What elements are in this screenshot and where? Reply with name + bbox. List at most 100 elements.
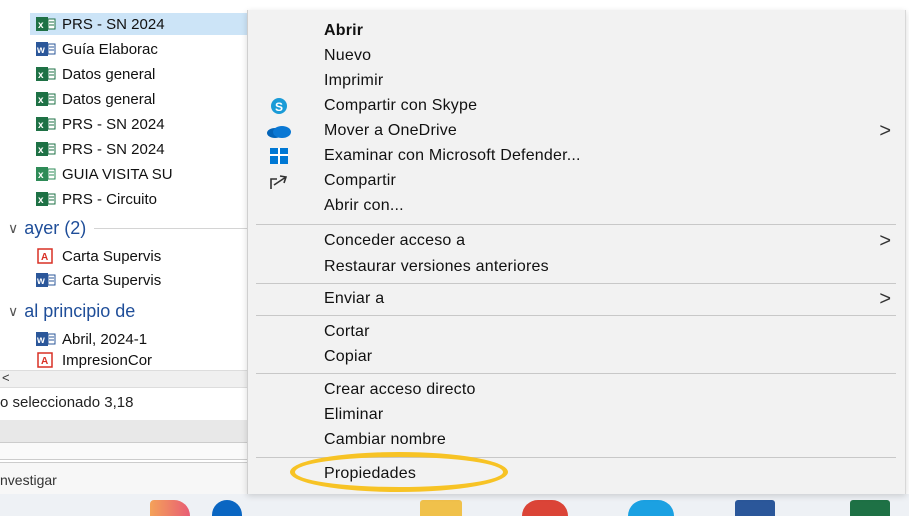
taskbar — [0, 494, 909, 516]
group-header-yesterday[interactable]: ∨ ayer (2) — [8, 216, 260, 240]
horizontal-scrollbar[interactable]: < — [0, 370, 260, 388]
file-explorer-pane: x PRS - SN 2024 w Guía Elaborac x Datos … — [0, 0, 260, 516]
word-app-icon[interactable] — [735, 500, 775, 516]
app-icon[interactable] — [150, 500, 190, 516]
scroll-left-arrow[interactable]: < — [2, 370, 10, 385]
menu-item-label: Examinar con Microsoft Defender... — [324, 147, 581, 164]
menu-item-label: Abrir — [324, 22, 364, 39]
group-label: ayer (2) — [24, 217, 87, 238]
menu-separator — [256, 373, 896, 374]
file-name: Carta Supervis — [62, 271, 162, 289]
file-item[interactable]: w Abril, 2024-1 — [36, 328, 260, 350]
excel-file-icon: x — [36, 166, 56, 182]
group-header-earlier[interactable]: ∨ al principio de — [8, 299, 260, 323]
pdf-file-icon: A — [36, 248, 56, 264]
svg-text:x: x — [38, 170, 44, 181]
file-item[interactable]: x PRS - SN 2024 — [30, 13, 256, 35]
edge-icon[interactable] — [628, 500, 674, 516]
excel-file-icon: x — [36, 191, 56, 207]
menu-item-enviar-a[interactable]: Enviar a > — [248, 287, 905, 311]
menu-item-nuevo[interactable]: Nuevo — [248, 44, 905, 68]
submenu-arrow-icon: > — [879, 287, 891, 310]
menu-item-cortar[interactable]: Cortar — [248, 320, 905, 344]
menu-item-label: Mover a OneDrive — [324, 122, 458, 139]
menu-separator — [256, 283, 896, 284]
file-item[interactable]: A ImpresionCor — [36, 351, 260, 369]
menu-item-label: Compartir — [324, 172, 397, 189]
file-name: Carta Supervis — [62, 247, 162, 265]
svg-text:x: x — [38, 145, 44, 156]
file-item[interactable]: w Guía Elaborac — [36, 38, 260, 60]
menu-item-restaurar-versiones[interactable]: Restaurar versiones anteriores — [248, 255, 905, 279]
menu-item-label: Crear acceso directo — [324, 381, 476, 398]
word-file-icon: w — [36, 331, 56, 347]
file-name: PRS - SN 2024 — [62, 115, 165, 133]
chrome-icon[interactable] — [522, 500, 568, 516]
file-item[interactable]: A Carta Supervis — [36, 245, 260, 267]
file-explorer-icon[interactable] — [420, 500, 462, 516]
menu-item-defender[interactable]: Examinar con Microsoft Defender... — [248, 144, 905, 168]
menu-item-abrir-con[interactable]: Abrir con... — [248, 194, 905, 218]
menu-item-label: Imprimir — [324, 72, 384, 89]
file-name: PRS - Circuito — [62, 190, 158, 208]
file-name: Datos general — [62, 65, 156, 83]
details-strip — [0, 420, 260, 442]
menu-separator — [256, 315, 896, 316]
svg-text:x: x — [38, 120, 44, 131]
app-icon[interactable] — [212, 500, 242, 516]
menu-separator — [256, 224, 896, 225]
submenu-arrow-icon: > — [879, 229, 891, 252]
svg-text:A: A — [41, 356, 48, 367]
chevron-down-icon: ∨ — [8, 302, 19, 319]
word-file-icon: w — [36, 41, 56, 57]
svg-text:x: x — [38, 70, 44, 81]
details-strip-2 — [0, 442, 260, 460]
menu-item-imprimir[interactable]: Imprimir — [248, 69, 905, 93]
file-name: GUIA VISITA SU — [62, 165, 173, 183]
file-item[interactable]: x Datos general — [36, 63, 260, 85]
word-file-icon: w — [36, 272, 56, 288]
svg-text:S: S — [275, 100, 283, 114]
menu-item-compartir-skype[interactable]: S Compartir con Skype — [248, 94, 905, 118]
menu-item-compartir[interactable]: Compartir — [248, 169, 905, 193]
menu-item-eliminar[interactable]: Eliminar — [248, 403, 905, 427]
menu-item-label: Cortar — [324, 323, 370, 340]
menu-item-conceder-acceso[interactable]: Conceder acceso a > — [248, 229, 905, 253]
highlight-circle-annotation — [290, 452, 508, 492]
svg-text:A: A — [41, 252, 48, 263]
file-item[interactable]: w Carta Supervis — [36, 269, 260, 291]
excel-file-icon: x — [36, 116, 56, 132]
excel-app-icon[interactable] — [850, 500, 890, 516]
group-label: al principio de — [24, 300, 136, 321]
file-item[interactable]: x PRS - SN 2024 — [36, 138, 260, 160]
file-item[interactable]: x PRS - SN 2024 — [36, 113, 260, 135]
menu-item-label: Nuevo — [324, 47, 372, 64]
file-name: Guía Elaborac — [62, 40, 158, 58]
menu-item-label: Eliminar — [324, 406, 384, 423]
context-menu: Abrir Nuevo Imprimir S Compartir con Sky… — [247, 10, 906, 494]
menu-item-onedrive[interactable]: Mover a OneDrive > — [248, 119, 905, 143]
file-item[interactable]: x Datos general — [36, 88, 260, 110]
menu-item-label: Conceder acceso a — [324, 232, 466, 249]
defender-icon — [266, 146, 292, 166]
menu-item-label: Compartir con Skype — [324, 97, 478, 114]
status-bar-text: o seleccionado 3,18 — [0, 394, 134, 411]
svg-text:w: w — [36, 276, 45, 287]
search-text: nvestigar — [0, 472, 57, 488]
file-name: Abril, 2024-1 — [62, 330, 148, 348]
menu-item-label: Abrir con... — [324, 197, 404, 214]
group-divider — [94, 227, 260, 229]
excel-file-icon: x — [36, 16, 56, 32]
excel-file-icon: x — [36, 66, 56, 82]
taskbar-search-box[interactable]: nvestigar — [0, 462, 260, 495]
file-name: PRS - SN 2024 — [62, 140, 165, 158]
svg-text:x: x — [38, 95, 44, 106]
menu-item-abrir[interactable]: Abrir — [248, 19, 905, 43]
menu-item-cambiar-nombre[interactable]: Cambiar nombre — [248, 428, 905, 452]
file-item[interactable]: x GUIA VISITA SU — [36, 163, 260, 185]
menu-item-crear-acceso-directo[interactable]: Crear acceso directo — [248, 378, 905, 402]
menu-item-label: Enviar a — [324, 290, 385, 307]
excel-file-icon: x — [36, 91, 56, 107]
file-item[interactable]: x PRS - Circuito — [36, 188, 260, 210]
menu-item-copiar[interactable]: Copiar — [248, 345, 905, 369]
